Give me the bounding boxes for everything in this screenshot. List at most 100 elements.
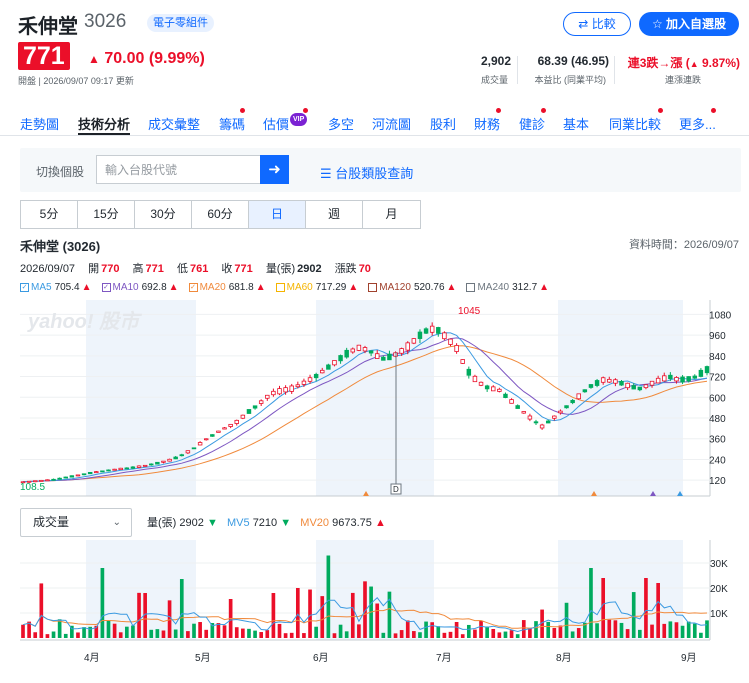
tab-peer-compare[interactable]: 同業比較 [609,114,661,133]
volume-bar [289,632,294,638]
indicator-select[interactable]: 成交量 ⌄ [20,508,132,537]
volume-bar [705,620,709,638]
candle-body [631,385,636,390]
period-day[interactable]: 日 [249,201,306,228]
x-axis-label: 7月 [436,652,452,664]
candle-body [142,464,148,467]
stock-search-input[interactable] [96,155,262,184]
candle-body [649,380,655,386]
tab-bar: 走勢圖 技術分析 成交彙整 籌碼 估價 VIP 多空 河流圖 股利 財務 健診 … [0,106,749,136]
add-watchlist-button[interactable]: ☆ 加入自選股 [639,12,739,36]
candle-body [210,434,215,437]
candle-body [539,424,545,429]
tab-trend[interactable]: 走勢圖 [20,114,59,133]
notification-dot [240,108,245,113]
volume-bar [332,633,337,638]
volume-bar [680,625,685,638]
volume-bar [552,627,557,638]
ma20-toggle[interactable]: ✓ MA20 681.8 ▲ [188,282,266,293]
search-submit-button[interactable]: ➜ [260,155,289,184]
tab-more[interactable]: 更多... [679,114,716,133]
candle-body [478,381,484,386]
notification-dot [303,108,308,113]
period-15min[interactable]: 15分 [78,201,135,228]
period-5min[interactable]: 5分 [21,201,78,228]
tab-river[interactable]: 河流圖 [372,114,411,133]
candle-body [588,384,594,388]
volume-bar [198,622,202,638]
chg-value: 70 [358,263,371,275]
ohlc-readout: 2026/09/07 開 770 高 771 低 761 收 771 量(張) 2902 … [20,260,381,276]
candle-body [692,375,698,379]
volume-bar [179,579,184,638]
ma10-toggle[interactable]: ✓ MA10 692.8 ▲ [101,282,179,293]
checkbox-icon [466,283,476,292]
volume-bar [491,628,496,638]
volume-bar [124,626,129,638]
tab-health[interactable]: 健診 [519,114,545,133]
period-30min[interactable]: 30分 [135,201,192,228]
min-price-label: 108.5 [20,482,45,493]
sector-badge[interactable]: 電子零組件 [147,14,214,32]
candle-body [63,476,68,479]
volume-bar [100,568,105,638]
up-triangle-icon: ▲ [168,282,179,293]
x-axis-label: 9月 [681,652,697,664]
volume-bar [534,621,538,638]
price-chart[interactable]: yahoo! 股市 120 240 360 480 600 720 840 960 1080 1… [0,300,749,500]
tab-basic[interactable]: 基本 [563,114,589,133]
vol-value: 2902 [297,263,322,275]
candle-body [613,379,618,384]
tab-chips[interactable]: 籌碼 [219,114,245,133]
up-triangle-icon: ▲ [689,59,699,69]
month-bands [86,540,683,640]
volume-bar [558,625,563,638]
volume-bar [234,627,239,638]
streak-value: 連3跌→漲 (▲ 9.87%) [628,54,740,71]
streak-text: 連3跌→漲 ( [627,56,690,70]
candle-body [686,376,691,382]
candle-body [344,349,349,358]
volume-bar [253,630,257,638]
ma5-toggle[interactable]: ✓ MA5 705.4 ▲ [20,282,92,293]
max-price-label: 1045 [458,306,481,317]
candle-body [674,377,679,382]
volume-bar [302,633,306,638]
ma60-toggle[interactable]: MA60 717.29 ▲ [275,282,359,293]
candle-body [411,338,417,344]
tab-valuation[interactable]: 估價 [263,114,289,133]
period-week[interactable]: 週 [306,201,363,228]
volume-bar [607,619,612,638]
up-triangle-icon: ▲ [88,52,100,66]
volume-bar [686,621,691,638]
volume-chart[interactable]: 10K 20K 30K 4月 5月 6月 7月 8月 9月 [0,540,749,680]
search-label: 切換個股 [36,165,85,179]
candle-body [320,369,325,374]
volume-bar [167,600,172,638]
open-time: 開盤 | 2026/09/07 09:17 更新 [18,76,134,86]
ma120-toggle[interactable]: MA120 520.76 ▲ [368,282,456,293]
candle-body [57,477,62,480]
tab-dividend[interactable]: 股利 [430,114,456,133]
volume-bar [106,621,111,638]
tab-trades[interactable]: 成交彙整 [148,114,200,133]
pe-label: 本益比 (同業平均) [534,75,607,85]
ma240-toggle[interactable]: MA240 312.7 ▲ [466,282,549,293]
tab-technical[interactable]: 技術分析 [78,114,130,133]
candle-body [442,332,447,340]
candle-body [600,377,606,383]
candle-body [429,325,435,333]
candle-body [277,388,282,395]
candle-body [668,374,673,380]
volume-bar [137,592,141,638]
tab-long-short[interactable]: 多空 [328,114,354,133]
candle-body [625,382,630,389]
category-query-link[interactable]: ☰ 台股類股查詢 [320,163,413,182]
period-month[interactable]: 月 [363,201,420,228]
tab-financial[interactable]: 財務 [474,114,500,133]
up-triangle-icon: ▲ [348,282,359,293]
compare-button[interactable]: ⇄ 比較 [563,12,631,36]
period-60min[interactable]: 60分 [192,201,249,228]
current-price: 771 [18,42,70,70]
volume-bar [528,628,532,638]
